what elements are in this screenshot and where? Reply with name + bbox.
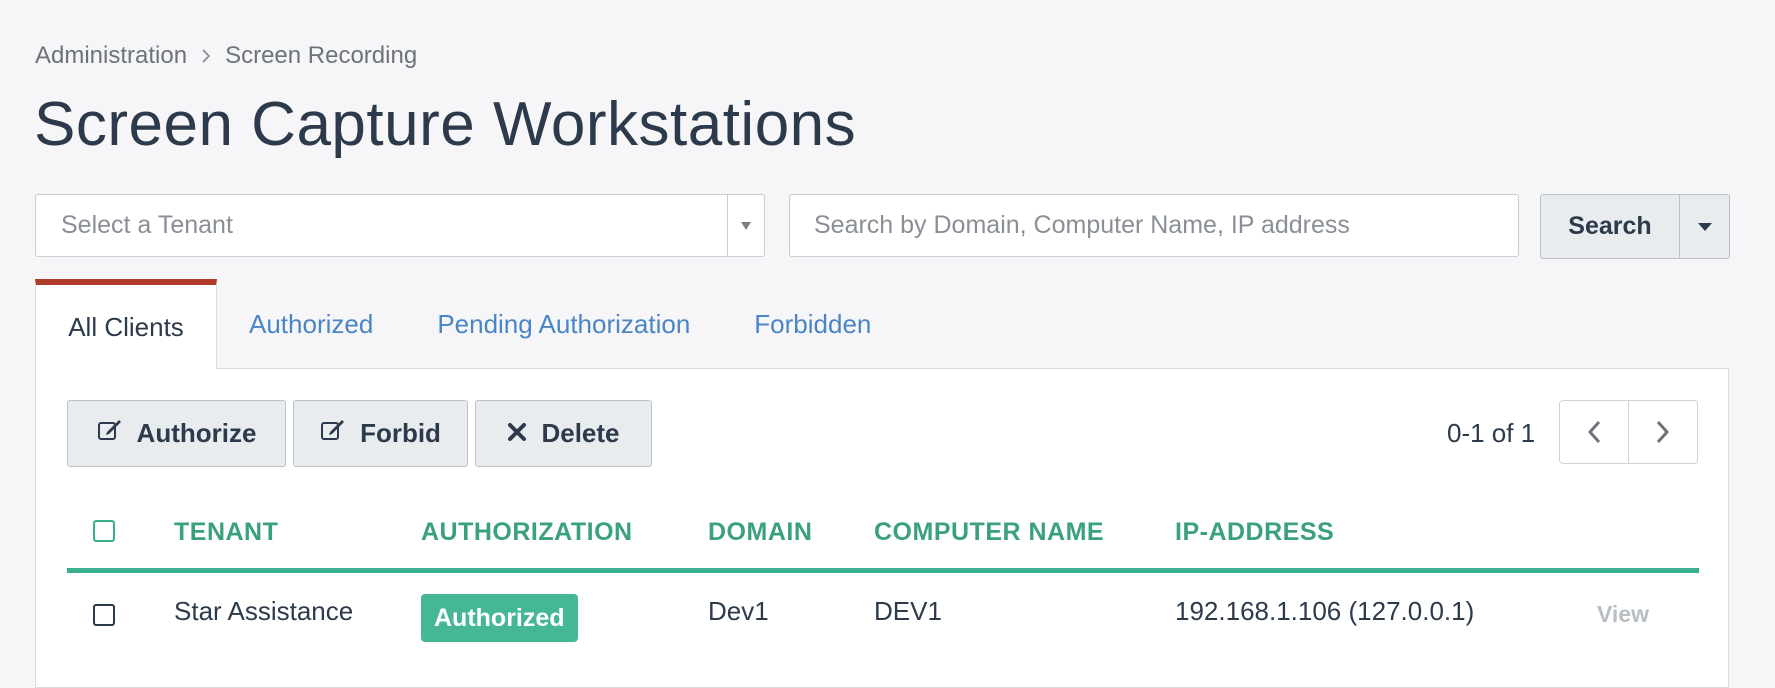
breadcrumb: Administration Screen Recording: [35, 42, 417, 70]
caret-down-icon[interactable]: [1679, 194, 1730, 259]
cell-computer-name: DEV1: [874, 596, 942, 626]
authorize-button[interactable]: Authorize: [67, 400, 286, 467]
status-badge: Authorized: [421, 594, 578, 642]
column-header-tenant[interactable]: TENANT: [174, 518, 278, 547]
tenant-select[interactable]: Select a Tenant: [35, 194, 765, 257]
breadcrumb-screen-recording[interactable]: Screen Recording: [225, 42, 417, 70]
search-button[interactable]: Search: [1540, 194, 1679, 259]
forbid-button[interactable]: Forbid: [293, 400, 468, 467]
close-icon: [507, 418, 527, 449]
search-input[interactable]: [789, 194, 1519, 257]
tab-all-clients[interactable]: All Clients: [35, 279, 217, 369]
pagination-range: 0-1 of 1: [1447, 418, 1536, 448]
tenant-select-placeholder: Select a Tenant: [61, 211, 233, 239]
edit-icon: [320, 418, 346, 449]
forbid-label: Forbid: [360, 418, 441, 448]
column-header-domain[interactable]: DOMAIN: [708, 518, 812, 547]
pagination-controls: [1559, 400, 1698, 464]
search-button-group: Search: [1540, 194, 1730, 259]
row-checkbox[interactable]: [93, 604, 115, 626]
chevron-right-icon: [201, 48, 211, 64]
page-title: Screen Capture Workstations: [34, 90, 857, 159]
delete-button[interactable]: Delete: [475, 400, 652, 467]
cell-domain: Dev1: [708, 596, 769, 626]
delete-label: Delete: [541, 418, 620, 448]
chevron-right-icon[interactable]: [1628, 401, 1697, 463]
authorize-label: Authorize: [136, 418, 257, 448]
tab-authorized[interactable]: Authorized: [217, 279, 405, 369]
column-header-ip-address[interactable]: IP-ADDRESS: [1175, 518, 1334, 547]
table-header: TENANT AUTHORIZATION DOMAIN COMPUTER NAM…: [67, 508, 1699, 573]
column-header-authorization[interactable]: AUTHORIZATION: [421, 518, 633, 547]
triangle-down-icon[interactable]: [727, 195, 764, 256]
tab-bar: All Clients Authorized Pending Authoriza…: [35, 279, 903, 369]
breadcrumb-administration[interactable]: Administration: [35, 42, 187, 70]
edit-icon: [97, 418, 123, 449]
tab-pending-authorization[interactable]: Pending Authorization: [405, 279, 722, 369]
select-all-checkbox[interactable]: [93, 520, 115, 542]
cell-tenant: Star Assistance: [174, 596, 354, 626]
view-link[interactable]: View: [1597, 601, 1649, 628]
column-header-computer-name[interactable]: COMPUTER NAME: [874, 518, 1104, 547]
chevron-left-icon[interactable]: [1560, 401, 1628, 463]
cell-ip-address: 192.168.1.106 (127.0.0.1): [1175, 596, 1475, 626]
tab-forbidden[interactable]: Forbidden: [722, 279, 903, 369]
